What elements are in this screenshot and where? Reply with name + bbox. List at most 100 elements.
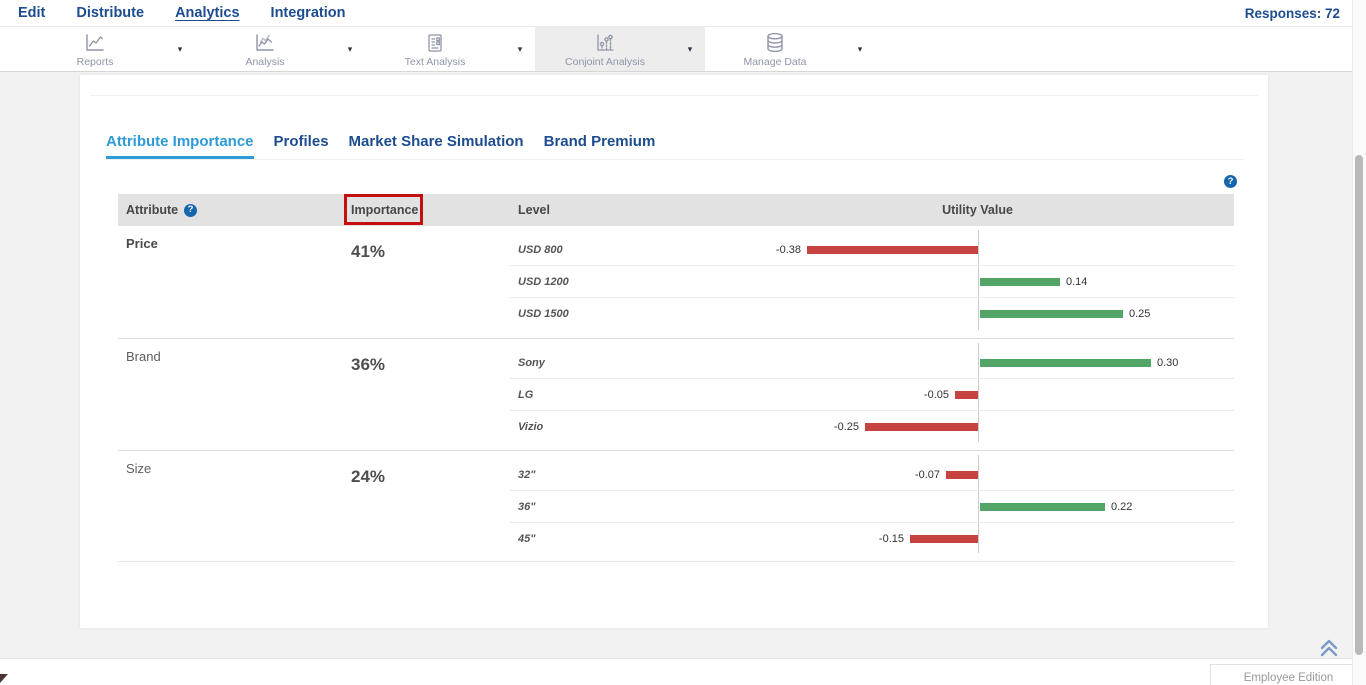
nav-item-integration[interactable]: Integration	[271, 5, 346, 21]
level-row-45: 45"-0.15	[510, 523, 1234, 555]
attribute-name: Price	[118, 226, 345, 338]
utility-bar	[980, 503, 1105, 511]
conjoint-analysis-panel: Attribute Importance Profiles Market Share…	[80, 75, 1268, 628]
utility-bar	[980, 359, 1151, 367]
toolbar-unit-text-analysis: Text Analysis ▾	[365, 27, 535, 71]
toolbar-unit-conjoint-analysis: Conjoint Analysis ▾	[535, 27, 705, 71]
level-label: USD 1500	[518, 308, 569, 320]
panel-divider	[90, 95, 1258, 96]
dropdown-caret-icon[interactable]: ▾	[675, 27, 705, 71]
footer-bar	[0, 658, 1366, 685]
utility-value-label: -0.25	[834, 421, 859, 433]
level-row-usd-1200: USD 1200 0.14	[510, 266, 1234, 298]
utility-value-label: 0.25	[1129, 308, 1150, 320]
nav-item-analytics[interactable]: Analytics	[175, 5, 239, 21]
attribute-groups: Price41% USD 800 -0.38 USD 1200 0.14 USD 1500…	[118, 226, 1234, 562]
utility-value-label: 0.14	[1066, 276, 1087, 288]
nav-items-container: Edit Distribute Analytics Integration	[18, 4, 376, 22]
levels-chart: Sony 0.30 LG-0.05 Vizio -0.25	[510, 339, 1234, 450]
area-chart-icon	[253, 31, 277, 55]
level-header-cell: Level	[510, 203, 745, 217]
utility-value-label: -0.07	[915, 469, 940, 481]
help-icon[interactable]: ?	[1224, 175, 1237, 188]
attribute-header-cell: Attribute ?	[118, 203, 345, 217]
dropdown-caret-icon[interactable]: ▾	[505, 27, 535, 71]
attribute-help-icon[interactable]: ?	[184, 204, 197, 217]
utility-value-label: -0.15	[879, 533, 904, 545]
levels-chart: 32" -0.07 36"0.2245"-0.15	[510, 451, 1234, 561]
level-row-32: 32" -0.07	[510, 459, 1234, 491]
level-row-usd-1500: USD 1500 0.25	[510, 298, 1234, 330]
level-label: LG	[518, 389, 533, 401]
tab-bar: Attribute Importance Profiles Market Share…	[106, 133, 1244, 160]
scatter-chart-icon	[593, 31, 617, 55]
importance-header-cell: Importance	[345, 203, 510, 217]
toolbar-item-analysis[interactable]: Analysis	[195, 27, 335, 71]
scroll-to-top-icon[interactable]	[1318, 638, 1340, 663]
level-label: USD 800	[518, 244, 563, 256]
toolbar-item-label: Reports	[77, 56, 114, 68]
utility-value-header-cell: Utility Value	[745, 203, 1234, 217]
database-icon	[763, 31, 787, 55]
edition-badge: Employee Edition	[1210, 664, 1366, 685]
top-nav-bar: Edit Distribute Analytics Integration Respo…	[0, 0, 1366, 27]
toolbar-unit-analysis: Analysis ▾	[195, 27, 365, 71]
tab-brand-premium[interactable]: Brand Premium	[544, 133, 656, 156]
toolbar-item-label: Text Analysis	[405, 56, 466, 68]
importance-header-label: Importance	[351, 203, 418, 217]
toolbar-item-label: Conjoint Analysis	[565, 56, 645, 68]
toolbar-unit-reports: Reports ▾	[25, 27, 195, 71]
toolbar-item-manage-data[interactable]: Manage Data	[705, 27, 845, 71]
attribute-name: Size	[118, 451, 345, 561]
dropdown-caret-icon[interactable]: ▾	[335, 27, 365, 71]
attribute-name: Brand	[118, 339, 345, 450]
nav-item-distribute[interactable]: Distribute	[76, 5, 144, 21]
level-row-usd-800: USD 800 -0.38	[510, 234, 1234, 266]
level-label: Sony	[518, 357, 545, 369]
level-row-sony: Sony 0.30	[510, 347, 1234, 379]
importance-value: 36%	[345, 339, 510, 450]
utility-bar	[980, 310, 1123, 318]
level-label: USD 1200	[518, 276, 569, 288]
utility-value-label: 0.30	[1157, 357, 1178, 369]
utility-bar	[807, 246, 978, 254]
dropdown-caret-icon[interactable]: ▾	[845, 27, 875, 71]
cursor-artifact	[0, 674, 8, 683]
toolbar-item-conjoint-analysis[interactable]: Conjoint Analysis	[535, 27, 675, 71]
toolbar-item-label: Analysis	[245, 56, 284, 68]
attribute-importance-table: Attribute ? Importance Level Utility Val…	[118, 194, 1234, 562]
utility-bar	[955, 391, 978, 399]
utility-bar	[980, 278, 1060, 286]
utility-value-label: 0.22	[1111, 501, 1132, 513]
levels-chart: USD 800 -0.38 USD 1200 0.14 USD 1500 0.25	[510, 226, 1234, 338]
attribute-group-price: Price41% USD 800 -0.38 USD 1200 0.14 USD 1500…	[118, 226, 1234, 338]
tab-market-share-simulation[interactable]: Market Share Simulation	[349, 133, 524, 156]
importance-value: 24%	[345, 451, 510, 561]
document-icon	[423, 31, 447, 55]
level-label: 32"	[518, 469, 535, 481]
dropdown-caret-icon[interactable]: ▾	[165, 27, 195, 71]
responses-count: Responses: 72	[1245, 6, 1340, 21]
toolbar: Reports▾Analysis▾Text Analysis▾Conjoint …	[0, 27, 1366, 72]
tab-attribute-importance[interactable]: Attribute Importance	[106, 133, 254, 159]
utility-bar	[865, 423, 978, 431]
level-row-36: 36"0.22	[510, 491, 1234, 523]
importance-value: 41%	[345, 226, 510, 338]
line-chart-icon	[83, 31, 107, 55]
tab-profiles[interactable]: Profiles	[274, 133, 329, 156]
utility-bar	[910, 535, 978, 543]
toolbar-item-reports[interactable]: Reports	[25, 27, 165, 71]
toolbar-unit-manage-data: Manage Data ▾	[705, 27, 875, 71]
scrollbar-track[interactable]	[1352, 0, 1366, 685]
attribute-group-size: Size24% 32" -0.07 36"0.2245"-0.15	[118, 450, 1234, 562]
toolbar-item-text-analysis[interactable]: Text Analysis	[365, 27, 505, 71]
utility-bar	[946, 471, 978, 479]
level-row-vizio: Vizio -0.25	[510, 411, 1234, 443]
level-label: Vizio	[518, 421, 543, 433]
scrollbar-thumb[interactable]	[1355, 155, 1363, 655]
nav-item-edit[interactable]: Edit	[18, 5, 45, 21]
utility-value-label: -0.38	[776, 244, 801, 256]
toolbar-item-label: Manage Data	[743, 56, 806, 68]
attribute-header-label: Attribute	[126, 203, 178, 217]
level-row-lg: LG-0.05	[510, 379, 1234, 411]
